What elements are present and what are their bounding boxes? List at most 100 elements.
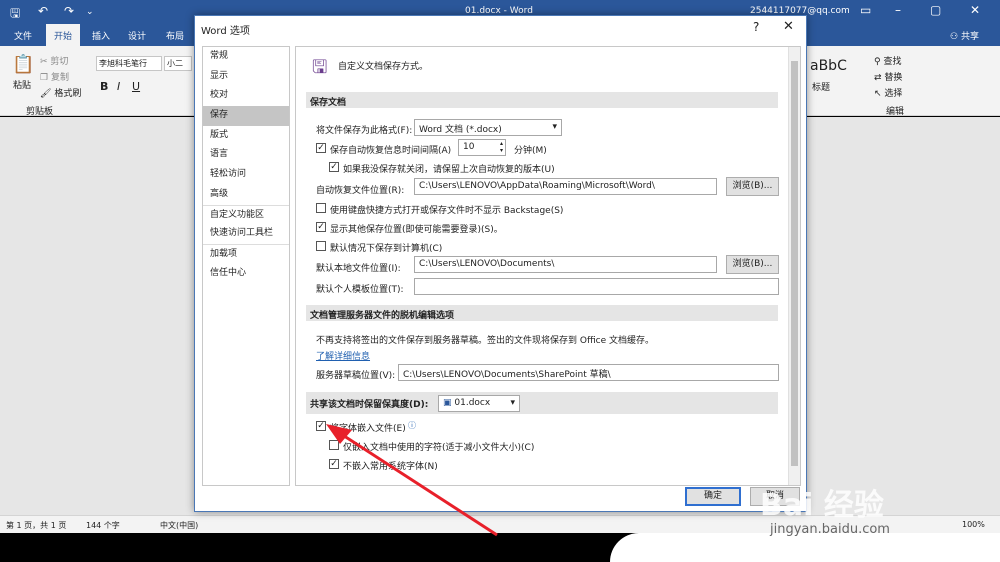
nav-accessibility[interactable]: 轻松访问 [203, 165, 289, 185]
minimize-icon[interactable]: – [895, 3, 901, 17]
language-status[interactable]: 中文(中国) [160, 520, 198, 531]
nav-proofing[interactable]: 校对 [203, 86, 289, 106]
redo-icon[interactable]: ↷ [64, 4, 74, 18]
page-count[interactable]: 第 1 页，共 1 页 [6, 520, 66, 531]
save-format-select[interactable]: Word 文档 (*.docx) ▾ [414, 119, 562, 136]
search-icon: ⚲ [874, 57, 881, 67]
autorecover-location-label: 自动恢复文件位置(R): [316, 186, 405, 196]
copy-button[interactable]: ❐ 复制 [40, 70, 69, 83]
local-location-input[interactable]: C:\Users\LENOVO\Documents\ [414, 256, 717, 273]
browse-local-button[interactable]: 浏览(B)... [726, 255, 779, 274]
learn-more-link[interactable]: 了解详细信息 [316, 349, 370, 362]
close-window-icon[interactable]: ✕ [970, 3, 980, 17]
screen-bottom [0, 533, 1000, 562]
scissors-icon: ✂ [40, 57, 48, 67]
browse-autorecover-button[interactable]: 浏览(B)... [726, 177, 779, 196]
minutes-value: 10 [463, 142, 475, 152]
nav-trust-center[interactable]: 信任中心 [203, 264, 289, 284]
replace-button[interactable]: ⇄ 替换 [874, 70, 902, 83]
cursor-icon: ↖ [874, 89, 882, 99]
close-dialog-button[interactable]: ✕ [783, 19, 794, 34]
watermark-url: jingyan.baidu.com [770, 522, 890, 537]
spinner-icon[interactable]: ▴ ▾ [500, 140, 503, 154]
info-icon[interactable]: ⓘ [408, 420, 416, 431]
brush-icon: 🖌 [40, 89, 52, 99]
word-count[interactable]: 144 个字 [86, 520, 120, 531]
dropdown-arrow-icon: ▾ [510, 398, 515, 408]
undo-icon[interactable]: ↶ [38, 4, 48, 18]
underline-button[interactable]: U [132, 80, 140, 93]
tab-design[interactable]: 设计 [128, 29, 146, 42]
select-label: 选择 [884, 89, 903, 99]
dialog-title: Word 选项 [201, 26, 250, 37]
offline-info-text: 不再支持将签出的文件保存到服务器草稿。签出的文件现将保存到 Office 文档缓… [316, 336, 654, 346]
maximize-icon[interactable]: ▢ [930, 3, 941, 17]
share-button[interactable]: ⚇ 共享 [950, 29, 979, 42]
tab-home[interactable]: 开始 [46, 24, 81, 46]
show-places-checkbox[interactable]: ✓ [316, 222, 326, 232]
style-preview[interactable]: aBbC [810, 58, 847, 74]
ok-button[interactable]: 确定 [685, 487, 741, 506]
zoom-level[interactable]: 100% [962, 520, 985, 529]
embed-fonts-checkbox[interactable]: ✓ [316, 421, 326, 431]
offline-section-heading: 文档管理服务器文件的脱机编辑选项 [306, 305, 778, 321]
select-button[interactable]: ↖ 选择 [874, 86, 902, 99]
nav-language[interactable]: 语言 [203, 145, 289, 165]
save-section-heading: 保存文档 [306, 92, 778, 108]
no-common-fonts-checkbox[interactable]: ✓ [329, 459, 339, 469]
drafts-location-input[interactable]: C:\Users\LENOVO\Documents\SharePoint 草稿\ [398, 364, 779, 381]
nav-general[interactable]: 常规 [203, 47, 289, 67]
nav-layout[interactable]: 版式 [203, 126, 289, 146]
embed-used-chars-checkbox[interactable] [329, 440, 339, 450]
autorecover-checkbox[interactable]: ✓ [316, 143, 326, 153]
template-location-input[interactable] [414, 278, 779, 295]
nav-save[interactable]: 保存 [203, 106, 289, 126]
keep-last-version-checkbox[interactable]: ✓ [329, 162, 339, 172]
white-corner [610, 533, 1000, 562]
autorecover-location-input[interactable]: C:\Users\LENOVO\AppData\Roaming\Microsof… [414, 178, 717, 195]
save-format-label: 将文件保存为此格式(F): [316, 126, 413, 136]
editing-group-label: 编辑 [886, 107, 905, 117]
dropdown-arrow-icon: ▾ [552, 122, 557, 132]
fidelity-section-heading: 共享该文档时保留保真度(D): [306, 392, 778, 414]
save-icon[interactable]: 🖫 [10, 4, 20, 25]
replace-icon: ⇄ [874, 73, 882, 83]
fidelity-document-select[interactable]: ▣ 01.docx ▾ [438, 395, 520, 412]
tab-layout[interactable]: 布局 [166, 29, 184, 42]
embed-used-chars-label: 仅嵌入文档中使用的字符(适于减小文件大小)(C) [343, 443, 535, 453]
fidelity-doc-value: 01.docx [454, 398, 491, 408]
nav-customize-ribbon[interactable]: 自定义功能区 [203, 204, 289, 225]
word-doc-icon: ▣ [443, 398, 452, 408]
help-button[interactable]: ? [753, 20, 759, 34]
fidelity-label: 共享该文档时保留保真度(D): [310, 400, 429, 410]
nav-display[interactable]: 显示 [203, 67, 289, 87]
clipboard-group-label: 剪贴板 [26, 107, 54, 117]
local-location-label: 默认本地文件位置(I): [316, 264, 401, 274]
autorecover-minutes-input[interactable]: 10 ▴ ▾ [458, 139, 506, 156]
save-to-computer-checkbox[interactable] [316, 241, 326, 251]
format-painter-button[interactable]: 🖌 格式刷 [40, 86, 81, 99]
ribbon-display-icon[interactable]: ▭ [860, 3, 871, 17]
scrollbar-thumb[interactable] [791, 61, 798, 466]
find-button[interactable]: ⚲ 查找 [874, 54, 901, 67]
paste-icon[interactable]: 📋 [12, 54, 34, 75]
customize-quick-access-icon[interactable]: ⌄ [86, 7, 94, 17]
save-to-computer-label: 默认情况下保存到计算机(C) [330, 244, 443, 254]
cut-label: 剪切 [50, 57, 69, 67]
font-size-box[interactable]: 小二 [164, 56, 192, 71]
find-label: 查找 [883, 57, 902, 67]
italic-button[interactable]: I [117, 80, 120, 93]
tab-insert[interactable]: 插入 [92, 29, 110, 42]
nav-quick-access[interactable]: 快速访问工具栏 [203, 224, 289, 244]
font-name-box[interactable]: 李旭科毛笔行 [96, 56, 162, 71]
paste-button[interactable]: 粘贴 [13, 78, 31, 91]
cut-button[interactable]: ✂ 剪切 [40, 54, 68, 67]
nav-add-ins[interactable]: 加载项 [203, 243, 289, 264]
bold-button[interactable]: B [100, 80, 108, 93]
copy-icon: ❐ [40, 73, 49, 83]
no-backstage-checkbox[interactable] [316, 203, 326, 213]
person-icon: ⚇ [950, 32, 959, 42]
nav-advanced[interactable]: 高级 [203, 185, 289, 205]
tab-file[interactable]: 文件 [14, 29, 32, 42]
panel-scrollbar[interactable] [788, 47, 800, 485]
